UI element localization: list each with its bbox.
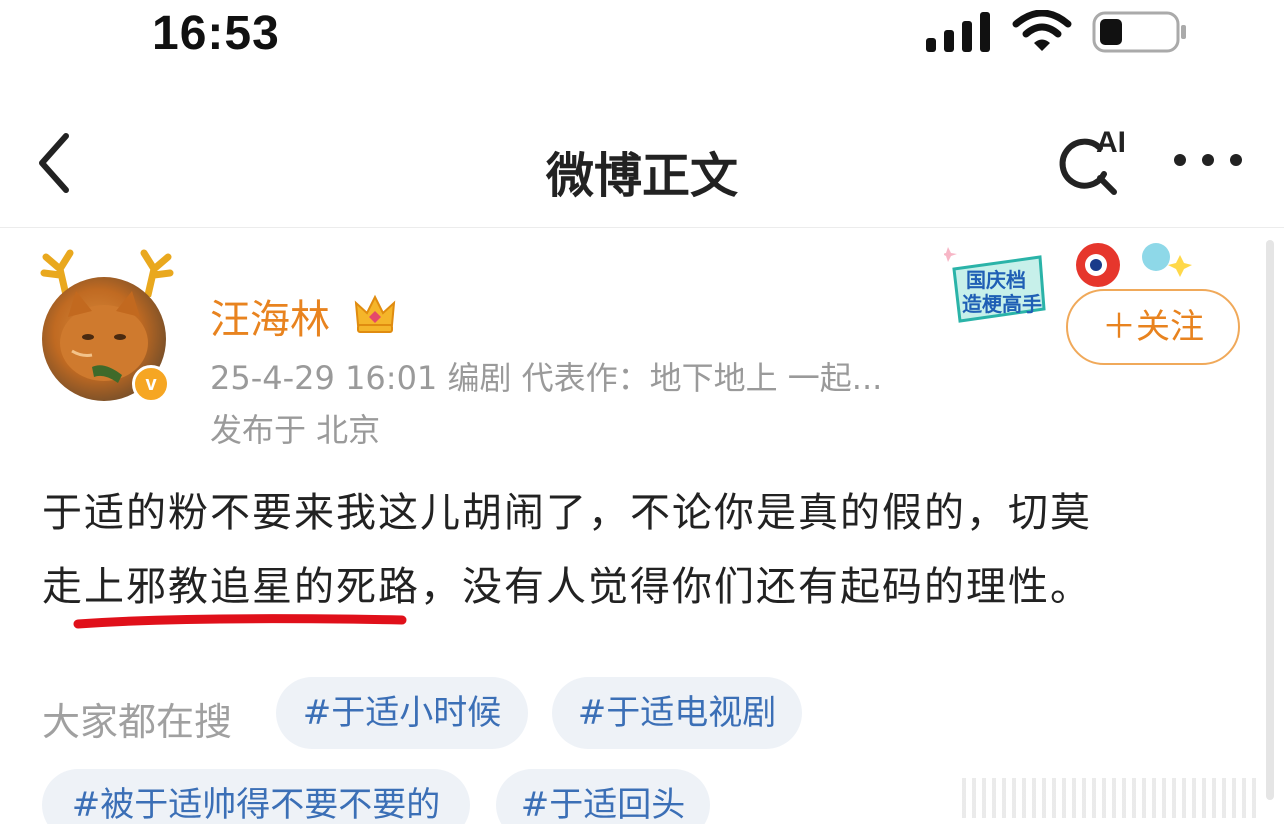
tag-chip[interactable]: #于适回头: [496, 769, 710, 824]
crown-icon[interactable]: [352, 291, 398, 337]
post-meta: 25-4-29 16:01 编剧 代表作：地下地上 一起...: [210, 359, 883, 397]
more-button[interactable]: [1168, 140, 1248, 180]
status-bar: 16:53: [0, 0, 1284, 70]
post-text-line-2: 走上邪教追星的死路，没有人觉得你们还有起码的理性。: [42, 564, 1092, 610]
related-search-label: 大家都在搜: [42, 700, 233, 744]
ai-search-button[interactable]: AI: [1056, 122, 1136, 202]
post-card: v 汪海林 25-4-29 16:01 编剧 代表作：地下地上 一起... 发布…: [0, 229, 1284, 824]
wifi-icon: [1012, 10, 1072, 51]
status-time: 16:53: [152, 7, 280, 60]
signal-icon: [926, 12, 990, 52]
tag-chip[interactable]: #于适小时候: [276, 677, 528, 749]
more-dots-icon: [1174, 154, 1242, 166]
ai-search-icon: AI: [1059, 126, 1126, 195]
event-badge-line-1: 国庆档: [966, 268, 1026, 292]
post-location: 发布于 北京: [210, 411, 381, 449]
event-badge-line-2: 造梗高手: [962, 292, 1042, 316]
watermark: [962, 778, 1262, 818]
red-underline-annotation: [73, 614, 407, 629]
verified-badge: v: [132, 365, 170, 403]
author-name[interactable]: 汪海林: [210, 287, 330, 345]
post-text: 于适的粉不要来我这儿胡闹了，不论你是真的假的，切莫 走上邪教追星的死路，没有人觉…: [42, 485, 1252, 615]
nav-header: 微博正文 AI: [0, 100, 1284, 228]
ai-label: AI: [1096, 126, 1126, 159]
battery-icon: [1092, 11, 1186, 53]
post-text-line-1: 于适的粉不要来我这儿胡闹了，不论你是真的假的，切莫: [42, 490, 1092, 536]
follow-button[interactable]: ＋关注: [1066, 289, 1240, 365]
scrollbar[interactable]: [1266, 240, 1274, 800]
tag-chip[interactable]: #于适电视剧: [552, 677, 802, 749]
author-avatar[interactable]: v: [36, 247, 186, 407]
related-search-row: 大家都在搜 #于适小时候 #于适电视剧: [0, 673, 1284, 763]
tag-chip[interactable]: #被于适帅得不要不要的: [42, 769, 470, 824]
